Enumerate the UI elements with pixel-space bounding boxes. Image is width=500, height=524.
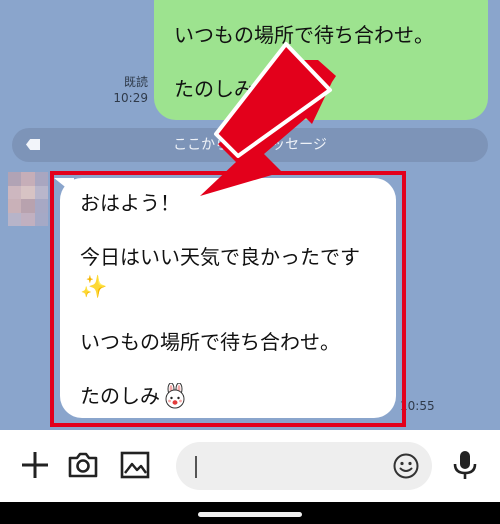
plus-icon[interactable] [18,448,52,482]
microphone-icon[interactable] [448,448,482,482]
incoming-message-line: たのしみ [80,381,396,411]
avatar[interactable] [8,172,48,226]
outgoing-message-bubble[interactable]: いつもの場所で待ち合わせ。 たのしみ [154,0,488,120]
home-indicator[interactable] [198,512,302,517]
message-input[interactable] [194,448,388,486]
incoming-message-bubble[interactable]: おはよう！ 今日はいい天気で良かったです ✨ いつもの場所で待ち合わせ。 たのし… [60,178,396,418]
emoji-icon[interactable] [392,452,420,480]
incoming-message-text: たのしみ [80,384,160,408]
unread-separator-text: ここから未読メッセージ [173,137,327,153]
camera-icon[interactable] [66,448,100,482]
outgoing-message-line: いつもの場所で待ち合わせ。 [174,23,434,47]
bunny-face-icon [165,383,185,409]
incoming-timestamp: 10:55 [400,399,435,413]
message-field[interactable] [176,442,432,490]
image-icon[interactable] [118,448,152,482]
incoming-message-line: いつもの場所で待ち合わせ。 [80,330,340,354]
unread-separator: ここから未読メッセージ [12,128,488,162]
message-input-bar [0,430,500,502]
incoming-message-line: ✨ [80,272,396,303]
read-label: 既読 [123,75,148,89]
incoming-message-line: 今日はいい天気で良かったです [80,245,360,269]
chat-area[interactable]: いつもの場所で待ち合わせ。 たのしみ 既読 10:29 ここから未読メッセージ … [0,0,500,430]
incoming-message-line: おはよう！ [80,191,180,215]
outgoing-message-line: たのしみ [174,74,488,104]
outgoing-read-info: 既読 10:29 [108,74,148,106]
outgoing-timestamp: 10:29 [113,91,148,105]
system-navigation-bar [0,502,500,524]
outgoing-message-text: たのしみ [174,77,254,101]
sparkles-icon: ✨ [80,275,108,300]
